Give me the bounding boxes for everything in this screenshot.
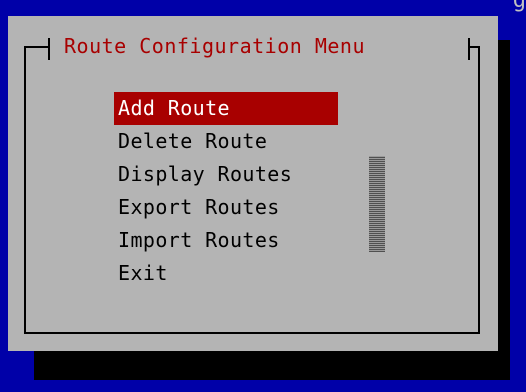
menu-item-import-routes[interactable]: Import Routes <box>114 224 338 257</box>
menu-item-delete-route[interactable]: Delete Route <box>114 125 338 158</box>
menu-item-exit[interactable]: Exit <box>114 257 338 290</box>
dialog-title: Route Configuration Menu <box>64 34 365 58</box>
frame-top-left-segment <box>24 46 50 48</box>
route-configuration-dialog: Route Configuration Menu Add Route Delet… <box>8 16 498 351</box>
menu-item-add-route[interactable]: Add Route <box>114 92 338 125</box>
menu-item-export-routes[interactable]: Export Routes <box>114 191 338 224</box>
frame-top-right-segment <box>470 46 480 48</box>
menu-item-display-routes[interactable]: Display Routes <box>114 158 338 191</box>
header-text-fragment: g <box>512 0 526 13</box>
menu-scrollbar[interactable] <box>369 156 385 252</box>
route-menu: Add Route Delete Route Display Routes Ex… <box>114 92 338 290</box>
title-right-tick <box>468 38 470 60</box>
title-left-tick <box>48 38 50 60</box>
